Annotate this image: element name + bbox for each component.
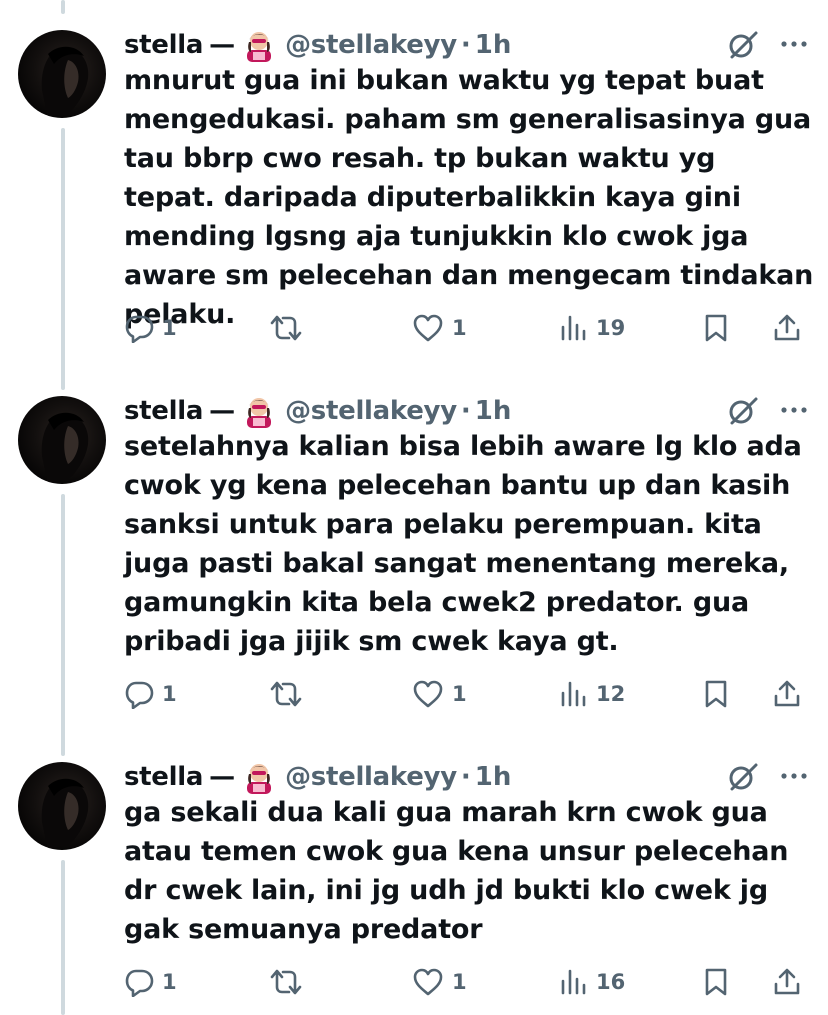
share-icon (774, 968, 800, 995)
timestamp[interactable]: 1h (475, 762, 512, 792)
bookmark-icon (705, 680, 727, 708)
views-icon (561, 315, 586, 341)
like-button[interactable]: 1 (412, 674, 467, 714)
grok-icon[interactable] (726, 757, 762, 797)
woman-superhero-emoji (243, 28, 275, 62)
retweet-button[interactable] (268, 962, 312, 1002)
share-button[interactable] (772, 962, 802, 1002)
more-icon[interactable] (776, 395, 812, 425)
tweet-text: ga sekali dua kali gua marah krn cwok gu… (124, 797, 789, 945)
retweet-button[interactable] (268, 674, 312, 714)
bookmark-icon (705, 968, 727, 996)
timestamp[interactable]: 1h (475, 396, 512, 426)
like-button[interactable]: 1 (412, 308, 467, 348)
woman-superhero-emoji (243, 760, 275, 794)
retweet-icon (270, 315, 302, 341)
views-icon (561, 969, 586, 995)
views-count: 16 (596, 970, 626, 994)
grok-icon[interactable] (726, 391, 762, 431)
like-count: 1 (452, 970, 467, 994)
bookmark-button[interactable] (702, 674, 730, 714)
reply-icon (125, 969, 154, 997)
thread-line (61, 0, 65, 14)
like-count: 1 (452, 316, 467, 340)
like-icon (413, 314, 443, 342)
like-button[interactable]: 1 (412, 962, 467, 1002)
reply-count: 1 (162, 682, 177, 706)
avatar[interactable] (18, 762, 106, 850)
retweet-icon (270, 969, 302, 995)
action-bar: 1 1 16 (124, 962, 814, 1002)
user-handle[interactable]: @stellakeyy (285, 396, 457, 426)
dot-separator: · (460, 30, 471, 60)
reply-button[interactable]: 1 (124, 962, 177, 1002)
user-handle[interactable]: @stellakeyy (285, 762, 457, 792)
like-icon (413, 968, 443, 996)
tweet[interactable]: stella — @stellakeyy · 1h mnurut gua ini… (0, 25, 828, 365)
tweet[interactable]: stella — @stellakeyy · 1h setelahnya kal… (0, 391, 828, 731)
views-button[interactable]: 16 (558, 962, 625, 1002)
retweet-icon (270, 681, 302, 707)
reply-icon (125, 315, 154, 343)
display-name[interactable]: stella (124, 762, 203, 792)
bookmark-button[interactable] (702, 962, 730, 1002)
share-icon (774, 680, 800, 707)
avatar[interactable] (18, 30, 106, 118)
name-separator: — (209, 396, 236, 426)
like-count: 1 (452, 682, 467, 706)
retweet-button[interactable] (268, 308, 312, 348)
action-bar: 1 1 12 (124, 674, 814, 714)
display-name[interactable]: stella (124, 30, 203, 60)
avatar[interactable] (18, 396, 106, 484)
share-button[interactable] (772, 674, 802, 714)
views-count: 12 (596, 682, 626, 706)
user-handle[interactable]: @stellakeyy (285, 30, 457, 60)
tweet-text: mnurut gua ini bukan waktu yg tepat buat… (124, 65, 814, 330)
views-icon (561, 681, 586, 707)
views-count: 19 (596, 316, 626, 340)
tweet-text: setelahnya kalian bisa lebih aware lg kl… (124, 431, 802, 657)
views-button[interactable]: 12 (558, 674, 625, 714)
tweet[interactable]: stella — @stellakeyy · 1h ga sekali dua … (0, 757, 828, 1015)
reply-icon (125, 681, 154, 709)
woman-superhero-emoji (243, 394, 275, 428)
dot-separator: · (460, 396, 471, 426)
reply-button[interactable]: 1 (124, 308, 177, 348)
views-button[interactable]: 19 (558, 308, 625, 348)
bookmark-icon (705, 314, 727, 342)
name-separator: — (209, 762, 236, 792)
like-icon (413, 680, 443, 708)
reply-count: 1 (162, 316, 177, 340)
more-icon[interactable] (776, 761, 812, 791)
dot-separator: · (460, 762, 471, 792)
share-button[interactable] (772, 308, 802, 348)
bookmark-button[interactable] (702, 308, 730, 348)
reply-count: 1 (162, 970, 177, 994)
reply-button[interactable]: 1 (124, 674, 177, 714)
share-icon (774, 314, 800, 341)
timestamp[interactable]: 1h (475, 30, 512, 60)
more-icon[interactable] (776, 29, 812, 59)
grok-icon[interactable] (726, 25, 762, 65)
action-bar: 1 1 19 (124, 308, 814, 348)
name-separator: — (209, 30, 236, 60)
display-name[interactable]: stella (124, 396, 203, 426)
